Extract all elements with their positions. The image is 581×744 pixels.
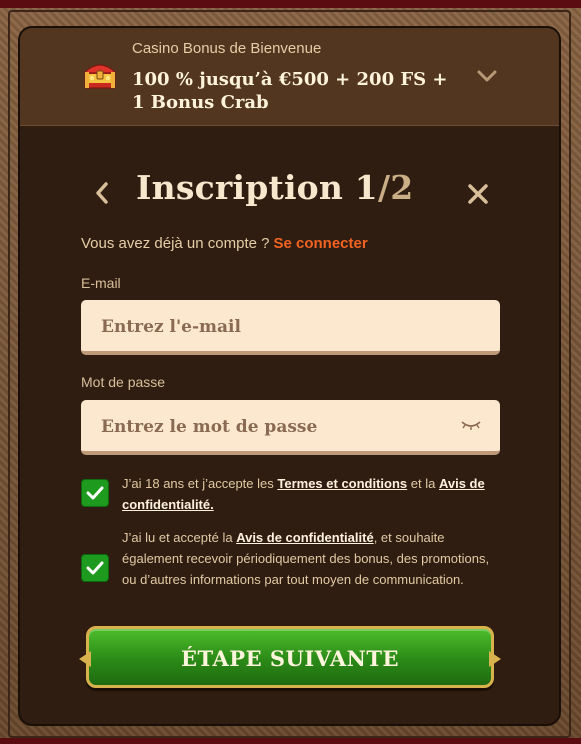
terms-text-mid: et la	[407, 476, 439, 491]
top-strip	[0, 0, 581, 8]
login-link[interactable]: Se connecter	[273, 235, 367, 252]
login-prompt: Vous avez déjà un compte ? Se connecter	[81, 235, 368, 252]
title-main: Inscription 1	[136, 168, 378, 207]
checkmark-icon	[86, 486, 104, 500]
bonus-offer: 100 % jusqu’à €500 + 200 FS + 1 Bonus Cr…	[132, 69, 448, 113]
terms-checkbox[interactable]	[81, 479, 109, 507]
password-label: Mot de passe	[81, 374, 166, 390]
email-label: E-mail	[81, 275, 121, 291]
signup-modal: Casino Bonus de Bienvenue 100 % jusqu’à …	[18, 26, 561, 726]
password-field[interactable]: Entrez le mot de passe	[81, 400, 500, 455]
bonus-kicker: Casino Bonus de Bienvenue	[132, 40, 322, 57]
next-step-button[interactable]: ÉTAPE SUIVANTE	[79, 626, 501, 688]
title-step-total: /2	[377, 168, 414, 207]
email-field[interactable]: Entrez l'e-mail	[81, 300, 500, 355]
marketing-consent-text: J’ai lu et accepté la Avis de confidenti…	[122, 527, 492, 590]
eye-closed-icon[interactable]	[460, 419, 482, 431]
marketing-privacy-link[interactable]: Avis de confidentialité	[236, 530, 374, 545]
close-icon[interactable]	[466, 182, 490, 206]
page-title: Inscription 1/2	[136, 168, 413, 207]
welcome-bonus-header[interactable]: Casino Bonus de Bienvenue 100 % jusqu’à …	[20, 28, 559, 126]
login-prompt-text: Vous avez déjà un compte ?	[81, 235, 270, 252]
button-right-tip	[489, 651, 501, 667]
next-step-label: ÉTAPE SUIVANTE	[181, 646, 399, 671]
marketing-text-before: J’ai lu et accepté la	[122, 530, 237, 545]
terms-text-before: J’ai 18 ans et j’accepte les	[122, 476, 278, 491]
bottom-strip	[0, 738, 581, 744]
chevron-left-icon[interactable]	[92, 180, 112, 206]
password-placeholder: Entrez le mot de passe	[101, 417, 318, 437]
checkmark-icon	[86, 561, 104, 575]
chevron-down-icon[interactable]	[476, 66, 498, 86]
email-placeholder: Entrez l'e-mail	[101, 317, 241, 337]
treasure-chest-icon	[84, 64, 116, 89]
terms-consent-text: J’ai 18 ans et j’accepte les Termes et c…	[122, 473, 492, 515]
marketing-checkbox[interactable]	[81, 554, 109, 582]
terms-link[interactable]: Termes et conditions	[277, 476, 407, 491]
